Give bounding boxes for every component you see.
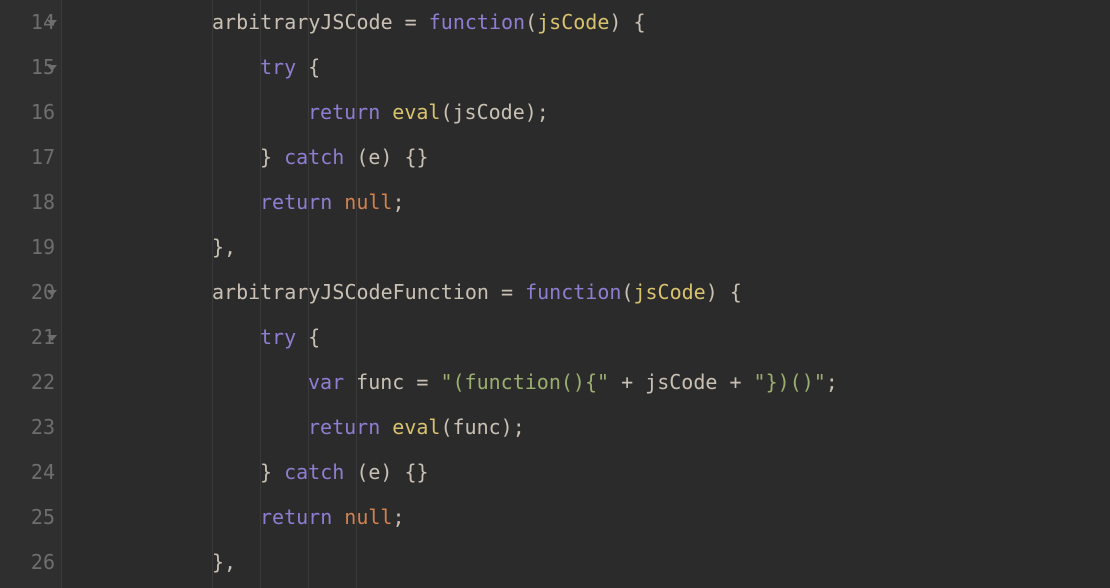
code-token: { <box>296 325 320 349</box>
code-token: (e) {} <box>344 460 428 484</box>
code-token: } <box>260 460 284 484</box>
line-number[interactable]: 21 <box>0 315 55 360</box>
line-number-text: 23 <box>31 405 55 450</box>
line-number[interactable]: 25 <box>0 495 55 540</box>
code-token: return <box>308 415 380 439</box>
line-number[interactable]: 17 <box>0 135 55 180</box>
line-number[interactable]: 26 <box>0 540 55 585</box>
code-token: { <box>296 55 320 79</box>
code-token: var <box>308 370 344 394</box>
line-number[interactable]: 16 <box>0 90 55 135</box>
code-token: ) { <box>706 280 742 304</box>
code-token: eval <box>392 415 440 439</box>
code-editor[interactable]: 14151617181920212223242526 arbitraryJSCo… <box>0 0 1110 588</box>
code-token: null <box>344 505 392 529</box>
code-token: }, <box>212 235 236 259</box>
code-token: (e) {} <box>344 145 428 169</box>
code-line[interactable]: return null; <box>68 180 1110 225</box>
code-line[interactable]: }, <box>68 540 1110 585</box>
line-number-text: 17 <box>31 135 55 180</box>
code-token: "})()" <box>754 370 826 394</box>
code-token: return <box>308 100 380 124</box>
line-number[interactable]: 18 <box>0 180 55 225</box>
code-token: ; <box>826 370 838 394</box>
code-token: } <box>260 145 284 169</box>
code-area[interactable]: arbitraryJSCode = function(jsCode) {try … <box>62 0 1110 588</box>
code-token: function <box>429 10 525 34</box>
code-token: return <box>260 505 332 529</box>
code-token: = <box>489 280 525 304</box>
code-token: ; <box>392 505 404 529</box>
code-token: catch <box>284 460 344 484</box>
code-token: try <box>260 325 296 349</box>
code-line[interactable]: arbitraryJSCode = function(jsCode) { <box>68 0 1110 45</box>
line-number[interactable]: 22 <box>0 360 55 405</box>
code-token: arbitraryJSCodeFunction <box>212 280 489 304</box>
gutter[interactable]: 14151617181920212223242526 <box>0 0 62 588</box>
line-number[interactable]: 14 <box>0 0 55 45</box>
code-line[interactable]: return eval(jsCode); <box>68 90 1110 135</box>
code-line[interactable]: var func = "(function(){" + jsCode + "})… <box>68 360 1110 405</box>
line-number[interactable]: 23 <box>0 405 55 450</box>
code-token: null <box>344 190 392 214</box>
fold-toggle-icon[interactable] <box>47 335 57 341</box>
line-number[interactable]: 19 <box>0 225 55 270</box>
line-number-text: 22 <box>31 360 55 405</box>
line-number-text: 18 <box>31 180 55 225</box>
code-line[interactable]: return eval(func); <box>68 405 1110 450</box>
code-token: jsCode <box>633 280 705 304</box>
fold-toggle-icon[interactable] <box>47 20 57 26</box>
code-token: }, <box>212 550 236 574</box>
line-number[interactable]: 24 <box>0 450 55 495</box>
line-number[interactable]: 15 <box>0 45 55 90</box>
code-line[interactable]: return null; <box>68 495 1110 540</box>
line-number-text: 16 <box>31 90 55 135</box>
code-token: (jsCode); <box>440 100 548 124</box>
code-token: function <box>525 280 621 304</box>
line-number-text: 19 <box>31 225 55 270</box>
code-line[interactable]: }, <box>68 225 1110 270</box>
fold-toggle-icon[interactable] <box>47 290 57 296</box>
line-number-text: 26 <box>31 540 55 585</box>
line-number-text: 25 <box>31 495 55 540</box>
code-token: arbitraryJSCode <box>212 10 393 34</box>
code-token: ; <box>392 190 404 214</box>
fold-toggle-icon[interactable] <box>47 65 57 71</box>
code-token: ( <box>621 280 633 304</box>
code-token <box>332 505 344 529</box>
code-token: = <box>393 10 429 34</box>
code-token: return <box>260 190 332 214</box>
code-token <box>380 415 392 439</box>
code-token: jsCode <box>537 10 609 34</box>
code-token: (func); <box>440 415 524 439</box>
code-line[interactable]: try { <box>68 45 1110 90</box>
code-token: ( <box>525 10 537 34</box>
code-token: catch <box>284 145 344 169</box>
code-line[interactable]: } catch (e) {} <box>68 450 1110 495</box>
code-token: ) { <box>609 10 645 34</box>
code-token: try <box>260 55 296 79</box>
code-token: eval <box>392 100 440 124</box>
code-token: "(function(){" <box>440 370 609 394</box>
code-line[interactable]: } catch (e) {} <box>68 135 1110 180</box>
code-token <box>332 190 344 214</box>
code-token: func = <box>344 370 440 394</box>
code-token: + jsCode + <box>609 370 754 394</box>
code-line[interactable]: try { <box>68 315 1110 360</box>
code-line[interactable]: arbitraryJSCodeFunction = function(jsCod… <box>68 270 1110 315</box>
line-number[interactable]: 20 <box>0 270 55 315</box>
code-token <box>380 100 392 124</box>
line-number-text: 24 <box>31 450 55 495</box>
